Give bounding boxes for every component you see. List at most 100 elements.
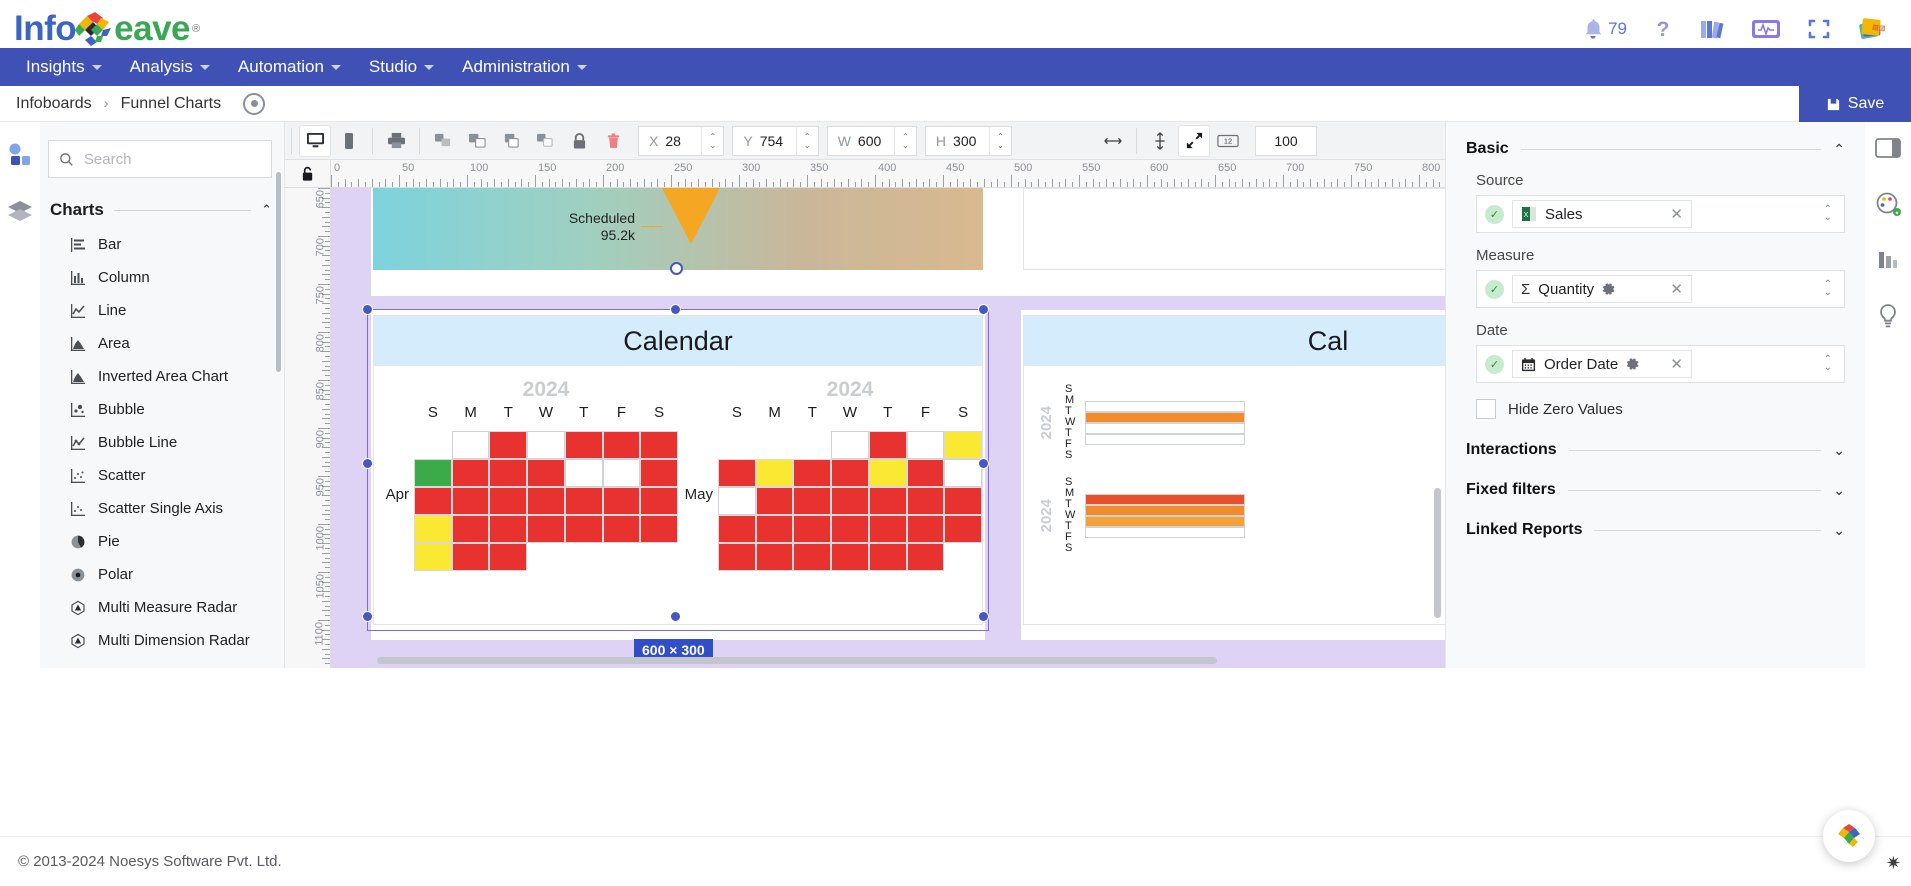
app-logo[interactable]: Info eave ® [0, 9, 200, 49]
calendar-cell[interactable] [944, 431, 982, 459]
mobile-view-button[interactable] [334, 126, 364, 156]
library-icon[interactable] [1699, 17, 1725, 41]
nav-item-insights[interactable]: Insights [12, 48, 116, 86]
calendar-cell[interactable] [414, 543, 452, 571]
help-icon[interactable]: ? [1653, 17, 1673, 41]
chart-item-pie[interactable]: Pie [40, 525, 284, 558]
calendar-cell[interactable] [831, 515, 869, 543]
date-clear-icon[interactable]: ✕ [1670, 355, 1683, 373]
chart-item-column[interactable]: Column [40, 261, 284, 294]
width-field-stepper[interactable]: ⌃ ⌄ [893, 125, 916, 156]
calendar-cell[interactable] [527, 459, 565, 487]
calendar-cell[interactable] [451, 543, 490, 571]
debug-icon[interactable]: ✷ [1886, 853, 1901, 874]
chevron-up-icon[interactable]: ⌃ [261, 202, 272, 218]
rotate-handle[interactable] [670, 262, 683, 275]
calendar-cells[interactable] [414, 431, 678, 571]
calendar-cell[interactable] [451, 487, 490, 515]
calendar-cell[interactable] [414, 515, 452, 543]
nav-item-automation[interactable]: Automation [224, 48, 355, 86]
chart-item-scatter-single-axis[interactable]: Scatter Single Axis [40, 492, 284, 525]
calendar-cell[interactable] [868, 459, 907, 487]
calendar-chart-widget-2[interactable]: Cal 2024 S M T W T F S 2024 S M T W T F … [1023, 315, 1445, 625]
chart-item-bubble-line[interactable]: Bubble Line [40, 426, 284, 459]
width-field[interactable]: W 600 ⌃ ⌄ [826, 125, 917, 156]
calendar-cell[interactable] [755, 487, 794, 515]
canvas-vertical-scrollbar[interactable] [1434, 488, 1441, 618]
x-field-stepper[interactable]: ⌃ ⌄ [701, 125, 723, 156]
calendar-cell[interactable] [906, 543, 945, 571]
apps-icon[interactable]: ▧▨▩ [1857, 16, 1885, 42]
properties-section-interactions[interactable]: Interactions ⌄ [1466, 441, 1845, 459]
align-vertical-button[interactable] [1145, 126, 1175, 156]
send-backward-button[interactable] [496, 126, 526, 156]
calendar-cell[interactable] [944, 459, 982, 487]
x-position-field[interactable]: X 28 ⌃ ⌄ [638, 125, 725, 156]
date-pill[interactable]: Order Date ✕ [1512, 350, 1692, 378]
design-canvas[interactable]: 0 50 100 150 200 250 300 350 400 450 500 550 600 650 7… [285, 160, 1445, 668]
align-horizontal-button[interactable] [1098, 126, 1128, 156]
calendar-cell[interactable] [414, 487, 452, 515]
calendar-cell[interactable] [451, 515, 490, 543]
resize-handle-n[interactable] [670, 304, 681, 315]
hide-zero-values-checkbox[interactable] [1476, 399, 1496, 419]
calendar-cells[interactable] [718, 431, 982, 571]
canvas-horizontal-scrollbar[interactable] [377, 657, 1217, 664]
calendar-cell[interactable] [831, 543, 869, 571]
calendar-cell[interactable] [718, 487, 756, 515]
y-position-field[interactable]: Y 754 ⌃ ⌄ [732, 125, 819, 156]
height-field[interactable]: H 300 ⌃ ⌄ [924, 125, 1013, 156]
calendar-cell[interactable] [755, 543, 794, 571]
nav-item-administration[interactable]: Administration [448, 48, 601, 86]
grid-size-button[interactable]: 12 [1213, 126, 1243, 156]
calendar-cell[interactable] [831, 459, 869, 487]
measure-field[interactable]: ✓ Σ Quantity ✕ ⌃ ⌄ [1476, 270, 1845, 308]
properties-rail-icon[interactable] [1872, 132, 1904, 164]
nav-item-studio[interactable]: Studio [355, 48, 448, 86]
properties-section-fixed-filters[interactable]: Fixed filters ⌄ [1466, 481, 1845, 499]
date-reorder-icon[interactable]: ⌃ ⌄ [1824, 355, 1836, 373]
save-button[interactable]: Save [1799, 86, 1911, 122]
delete-button[interactable] [598, 126, 628, 156]
calendar-cell[interactable] [793, 515, 832, 543]
resize-handle-se[interactable] [978, 611, 989, 622]
fit-to-screen-button[interactable] [1179, 125, 1210, 156]
lock-button[interactable] [564, 126, 594, 156]
chart-item-multi-measure-radar[interactable]: Multi Measure Radar [40, 591, 284, 624]
properties-section-linked-reports[interactable]: Linked Reports ⌄ [1466, 521, 1845, 539]
insights-rail-icon[interactable] [1872, 300, 1904, 332]
resize-handle-nw[interactable] [362, 304, 373, 315]
infoboard-surface[interactable]: Scheduled 95.2k Calendar Apr 2024 S M T … [331, 188, 1445, 668]
calendar-cell[interactable] [640, 487, 678, 515]
widgets-rail-icon[interactable] [5, 140, 35, 170]
chart-item-scatter[interactable]: Scatter [40, 459, 284, 492]
calendar-cell[interactable] [564, 487, 603, 515]
calendar-cell[interactable] [793, 487, 832, 515]
resize-handle-sw[interactable] [362, 611, 373, 622]
calendar-cell[interactable] [906, 515, 945, 543]
chart-item-multi-dimension-radar[interactable]: Multi Dimension Radar [40, 624, 284, 657]
calendar-cell[interactable] [718, 459, 756, 487]
measure-pill[interactable]: Σ Quantity ✕ [1512, 275, 1692, 303]
bring-to-front-button[interactable] [462, 126, 492, 156]
calendar-cell[interactable] [602, 431, 641, 459]
calendar-cell[interactable] [602, 515, 641, 543]
y-field-stepper[interactable]: ⌃ ⌄ [795, 125, 818, 156]
calendar-cell[interactable] [527, 515, 565, 543]
chart-item-bubble[interactable]: Bubble [40, 393, 284, 426]
height-field-stepper[interactable]: ⌃ ⌄ [989, 125, 1011, 156]
chart-item-bar[interactable]: Bar [40, 228, 284, 261]
resize-handle-e[interactable] [978, 458, 989, 469]
calendar-cell[interactable] [793, 459, 832, 487]
calendar-cell[interactable] [489, 543, 528, 571]
chevron-down-icon[interactable]: ⌄ [1833, 482, 1845, 499]
calendar-cell[interactable] [868, 543, 907, 571]
calendar-cell[interactable] [489, 515, 528, 543]
preview-eye-icon[interactable] [243, 92, 266, 115]
monitor-icon[interactable] [1751, 17, 1781, 41]
chart-item-line[interactable]: Line [40, 294, 284, 327]
resize-handle-w[interactable] [362, 458, 373, 469]
measure-clear-icon[interactable]: ✕ [1670, 280, 1683, 298]
chart-item-inverted-area-chart[interactable]: Inverted Area Chart [40, 360, 284, 393]
desktop-view-button[interactable] [300, 125, 330, 156]
